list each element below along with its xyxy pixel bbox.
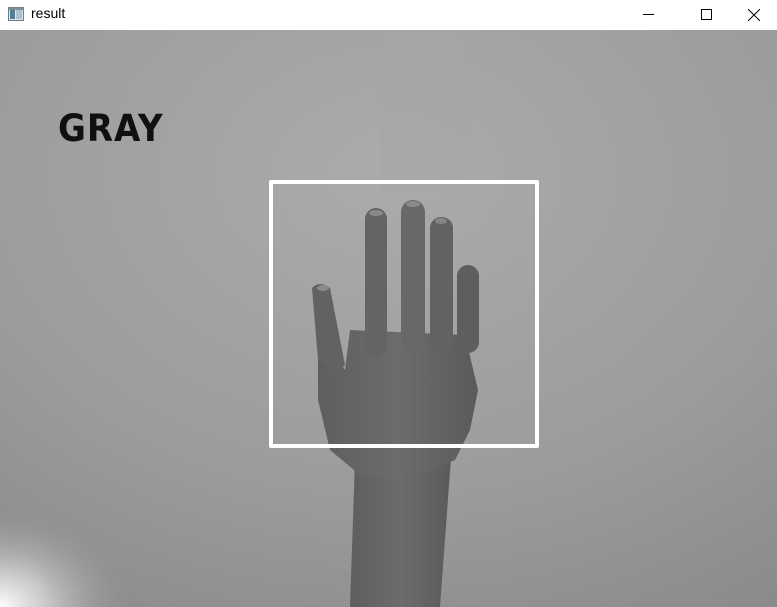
hand-detection-box [269,180,539,448]
app-window-icon [8,7,24,21]
close-icon [748,9,760,21]
title-bar[interactable]: result [0,0,777,30]
window-title: result [31,5,66,21]
maximize-icon [701,9,712,20]
minimize-button[interactable] [626,0,672,30]
camera-viewport: GRAY [0,30,777,607]
maximize-button[interactable] [684,0,730,30]
result-window: result GRAY [0,0,777,607]
color-mode-label: GRAY [58,107,164,150]
minimize-icon [643,14,654,15]
close-button[interactable] [731,0,777,30]
